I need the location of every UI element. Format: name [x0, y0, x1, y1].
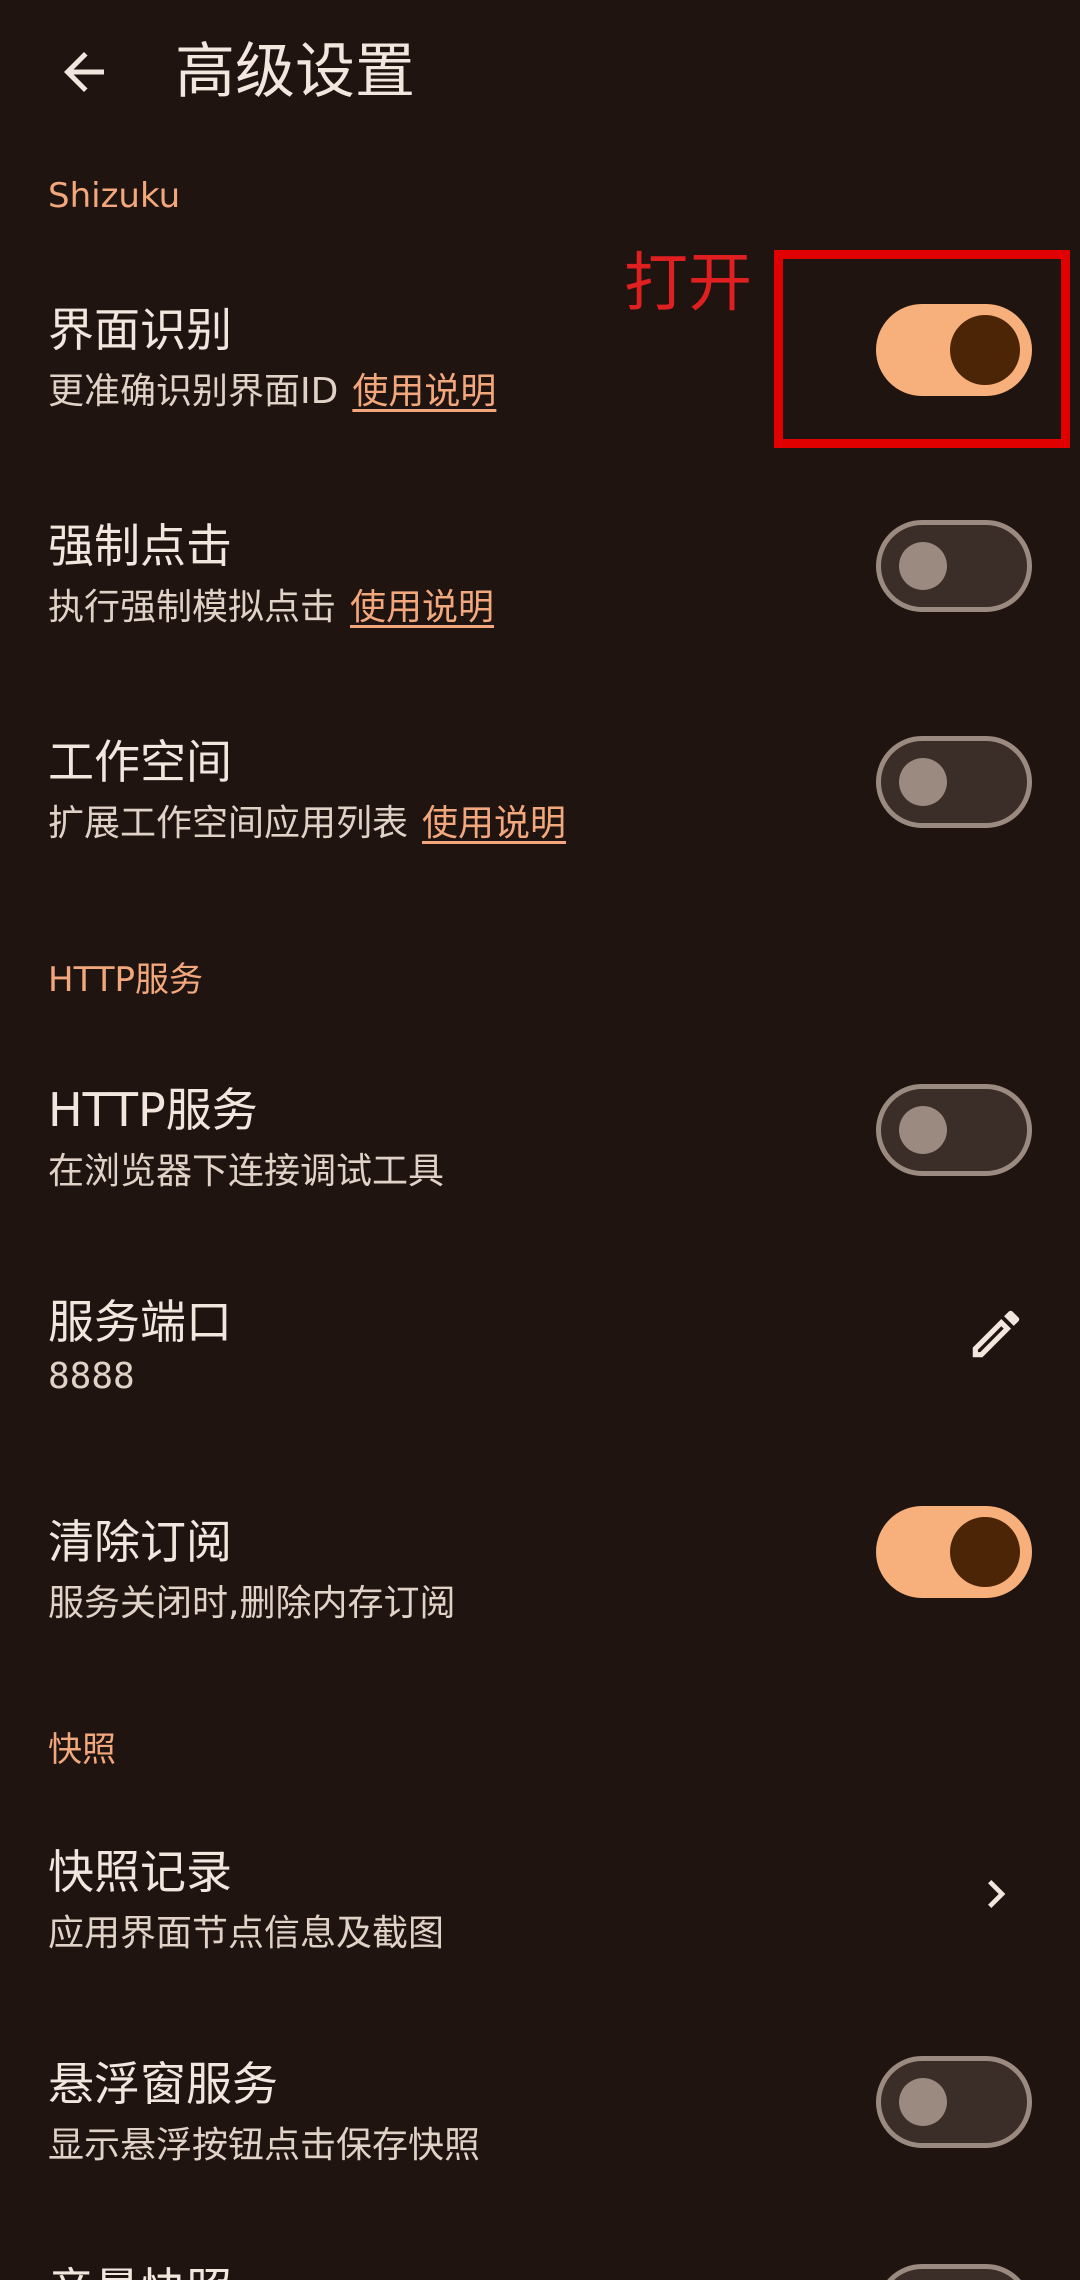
- row-subtitle: 扩展工作空间应用列表 使用说明: [48, 794, 566, 846]
- edit-port-button[interactable]: [960, 1298, 1032, 1370]
- row-title: 界面识别: [48, 303, 232, 357]
- setting-row-force-click[interactable]: 强制点击 执行强制模拟点击 使用说明: [0, 492, 1080, 662]
- section-header-http: HTTP服务: [48, 960, 204, 1000]
- row-title: 工作空间: [48, 735, 232, 789]
- row-title: 音量快照: [48, 2254, 232, 2280]
- setting-row-service-port[interactable]: 服务端口 8888: [0, 1272, 1080, 1442]
- section-header-snapshot: 快照: [48, 1730, 116, 1770]
- toggle-knob: [899, 2078, 947, 2126]
- arrow-back-icon: [64, 52, 104, 92]
- toggle-knob: [899, 542, 947, 590]
- row-subtitle-text: 更准确识别界面ID: [48, 371, 339, 412]
- workspace-toggle[interactable]: [876, 736, 1032, 828]
- force-click-toggle[interactable]: [876, 520, 1032, 612]
- row-subtitle-text: 扩展工作空间应用列表: [48, 803, 409, 844]
- row-subtitle: 应用界面节点信息及截图: [48, 1913, 445, 1954]
- setting-row-floating-window[interactable]: 悬浮窗服务 显示悬浮按钮点击保存快照: [0, 2034, 1080, 2204]
- top-app-bar: 高级设置: [0, 0, 1080, 150]
- row-subtitle: 服务关闭时,删除内存订阅: [48, 1583, 456, 1624]
- help-link[interactable]: 使用说明: [422, 803, 566, 844]
- chevron-right-icon: [988, 1880, 1006, 1908]
- help-link[interactable]: 使用说明: [352, 371, 496, 412]
- toggle-knob: [950, 315, 1020, 385]
- row-title: 快照记录: [48, 1845, 232, 1899]
- back-button[interactable]: [48, 36, 120, 108]
- section-header-shizuku: Shizuku: [48, 176, 181, 216]
- row-subtitle: 在浏览器下连接调试工具: [48, 1151, 445, 1192]
- row-title: 悬浮窗服务: [48, 2057, 278, 2111]
- port-value: 8888: [48, 1356, 135, 1397]
- setting-row-workspace[interactable]: 工作空间 扩展工作空间应用列表 使用说明: [0, 708, 1080, 878]
- row-subtitle: 执行强制模拟点击 使用说明: [48, 578, 494, 630]
- toggle-knob: [950, 1517, 1020, 1587]
- setting-row-partial[interactable]: 音量快照: [0, 2236, 1080, 2280]
- ui-recognition-toggle[interactable]: [876, 304, 1032, 396]
- row-title: 强制点击: [48, 519, 232, 573]
- setting-row-clear-subscription[interactable]: 清除订阅 服务关闭时,删除内存订阅: [0, 1488, 1080, 1658]
- page-title: 高级设置: [175, 37, 415, 107]
- open-snapshot-records-button[interactable]: [960, 1858, 1032, 1930]
- toggle-knob: [899, 758, 947, 806]
- row-title: HTTP服务: [48, 1083, 258, 1137]
- row-title: 服务端口: [48, 1295, 232, 1349]
- setting-row-http-service[interactable]: HTTP服务 在浏览器下连接调试工具: [0, 1056, 1080, 1226]
- edit-icon: [972, 1310, 1020, 1358]
- clear-subscription-toggle[interactable]: [876, 1506, 1032, 1598]
- setting-row-snapshot-records[interactable]: 快照记录 应用界面节点信息及截图: [0, 1818, 1080, 1988]
- row-subtitle-text: 执行强制模拟点击: [48, 587, 337, 628]
- toggle-knob: [899, 1106, 947, 1154]
- row-subtitle: 更准确识别界面ID 使用说明: [48, 362, 496, 414]
- http-service-toggle[interactable]: [876, 1084, 1032, 1176]
- floating-window-toggle[interactable]: [876, 2056, 1032, 2148]
- setting-row-ui-recognition[interactable]: 界面识别 更准确识别界面ID 使用说明: [0, 276, 1080, 446]
- row-subtitle: 显示悬浮按钮点击保存快照: [48, 2125, 481, 2166]
- partial-row-toggle[interactable]: [876, 2264, 1032, 2280]
- help-link[interactable]: 使用说明: [350, 587, 494, 628]
- row-title: 清除订阅: [48, 1515, 232, 1569]
